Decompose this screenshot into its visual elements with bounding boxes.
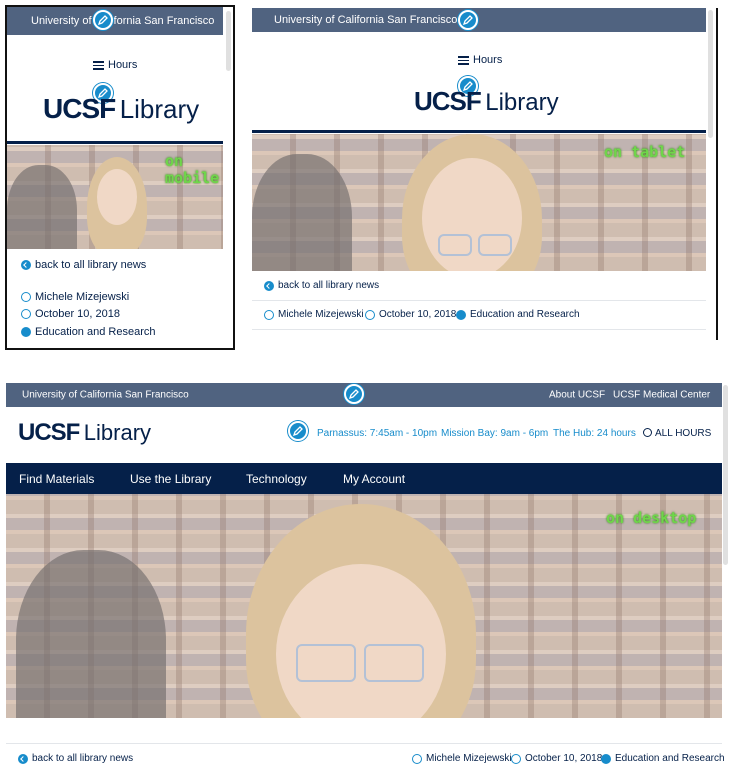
hero-tag: on mobile xyxy=(165,152,220,187)
utility-bar: University of California San Francisco A… xyxy=(6,383,722,407)
hours-hub[interactable]: The Hub: 24 hours xyxy=(553,428,636,439)
site-logo[interactable]: UCSF Library xyxy=(18,419,151,447)
about-ucsf-link[interactable]: About UCSF xyxy=(549,390,605,401)
user-icon xyxy=(264,309,274,320)
category-link[interactable]: Education and Research xyxy=(456,309,580,320)
logo-ucsf: UCSF xyxy=(18,419,80,446)
utility-bar-title[interactable]: University of California San Francisco xyxy=(31,15,214,27)
author-link[interactable]: Michele Mizejewski xyxy=(264,309,364,320)
nav-use-the-library[interactable]: Use the Library xyxy=(130,472,211,486)
tablet-preview: University of California San Francisco H… xyxy=(252,8,718,340)
hours-mission-bay[interactable]: Mission Bay: 9am - 6pm xyxy=(441,428,548,439)
user-icon xyxy=(21,292,31,302)
calendar-icon xyxy=(21,309,31,319)
author-link[interactable]: Michele Mizejewski xyxy=(412,753,512,764)
hero-tag: on desktop xyxy=(606,509,697,527)
utility-bar-title[interactable]: University of California San Francisco xyxy=(22,390,189,401)
hamburger-icon xyxy=(93,59,104,72)
logo-library: Library xyxy=(119,94,200,124)
hours-label: Hours xyxy=(473,54,503,67)
pencil-edit-icon[interactable] xyxy=(93,10,113,30)
nav-my-account[interactable]: My Account xyxy=(343,472,405,486)
desktop-preview: University of California San Francisco A… xyxy=(6,383,730,768)
logo-ucsf: UCSF xyxy=(414,86,482,116)
hours-toggle[interactable]: Hours xyxy=(458,54,502,67)
mobile-preview: University of California San Francisco H… xyxy=(5,5,235,350)
hero-image: on desktop xyxy=(6,494,722,718)
book-icon xyxy=(21,327,31,337)
utility-bar: University of California San Francisco xyxy=(252,8,706,32)
clock-icon xyxy=(643,428,652,437)
user-icon xyxy=(412,753,422,764)
category-link[interactable]: Education and Research xyxy=(601,753,725,764)
post-date: October 10, 2018 xyxy=(21,308,120,320)
post-date: October 10, 2018 xyxy=(511,753,602,764)
back-link[interactable]: back to all library news xyxy=(18,753,133,764)
nav-find-materials[interactable]: Find Materials xyxy=(19,472,94,486)
back-arrow-icon xyxy=(264,280,274,291)
pencil-edit-icon[interactable] xyxy=(458,10,478,30)
back-link[interactable]: back to all library news xyxy=(21,259,146,271)
hero-tag: on tablet xyxy=(604,143,686,161)
hours-toggle[interactable]: Hours xyxy=(93,59,137,72)
hours-label: Hours xyxy=(108,59,138,72)
category-link[interactable]: Education and Research xyxy=(21,326,155,338)
pencil-edit-icon[interactable] xyxy=(344,384,364,404)
utility-bar: University of California San Francisco xyxy=(7,7,223,35)
logo-library: Library xyxy=(485,89,559,116)
utility-bar-title[interactable]: University of California San Francisco xyxy=(274,14,457,26)
back-link[interactable]: back to all library news xyxy=(264,280,379,291)
site-logo[interactable]: UCSF Library xyxy=(43,93,199,125)
medical-center-link[interactable]: UCSF Medical Center xyxy=(613,390,710,401)
hero-image: on mobile xyxy=(7,145,223,249)
main-nav: Find Materials Use the Library Technolog… xyxy=(6,463,722,494)
logo-ucsf: UCSF xyxy=(43,93,116,124)
back-arrow-icon xyxy=(18,753,28,764)
hours-parnassus[interactable]: Parnassus: 7:45am - 10pm xyxy=(317,428,437,439)
scrollbar[interactable] xyxy=(723,385,728,565)
nav-technology[interactable]: Technology xyxy=(246,472,307,486)
author-link[interactable]: Michele Mizejewski xyxy=(21,291,129,303)
pencil-edit-icon[interactable] xyxy=(288,421,308,441)
site-logo[interactable]: UCSF Library xyxy=(414,86,559,117)
calendar-icon xyxy=(365,309,375,320)
hero-image: on tablet xyxy=(252,134,706,271)
hamburger-icon xyxy=(458,54,469,67)
scrollbar[interactable] xyxy=(226,11,231,71)
all-hours-link[interactable]: ALL HOURS xyxy=(643,428,711,439)
calendar-icon xyxy=(511,753,521,764)
book-icon xyxy=(456,309,466,320)
scrollbar[interactable] xyxy=(708,10,713,138)
header-rule xyxy=(7,141,223,144)
back-arrow-icon xyxy=(21,260,31,270)
post-date: October 10, 2018 xyxy=(365,309,456,320)
logo-library: Library xyxy=(83,420,152,445)
book-icon xyxy=(601,753,611,764)
header-rule xyxy=(252,130,706,133)
